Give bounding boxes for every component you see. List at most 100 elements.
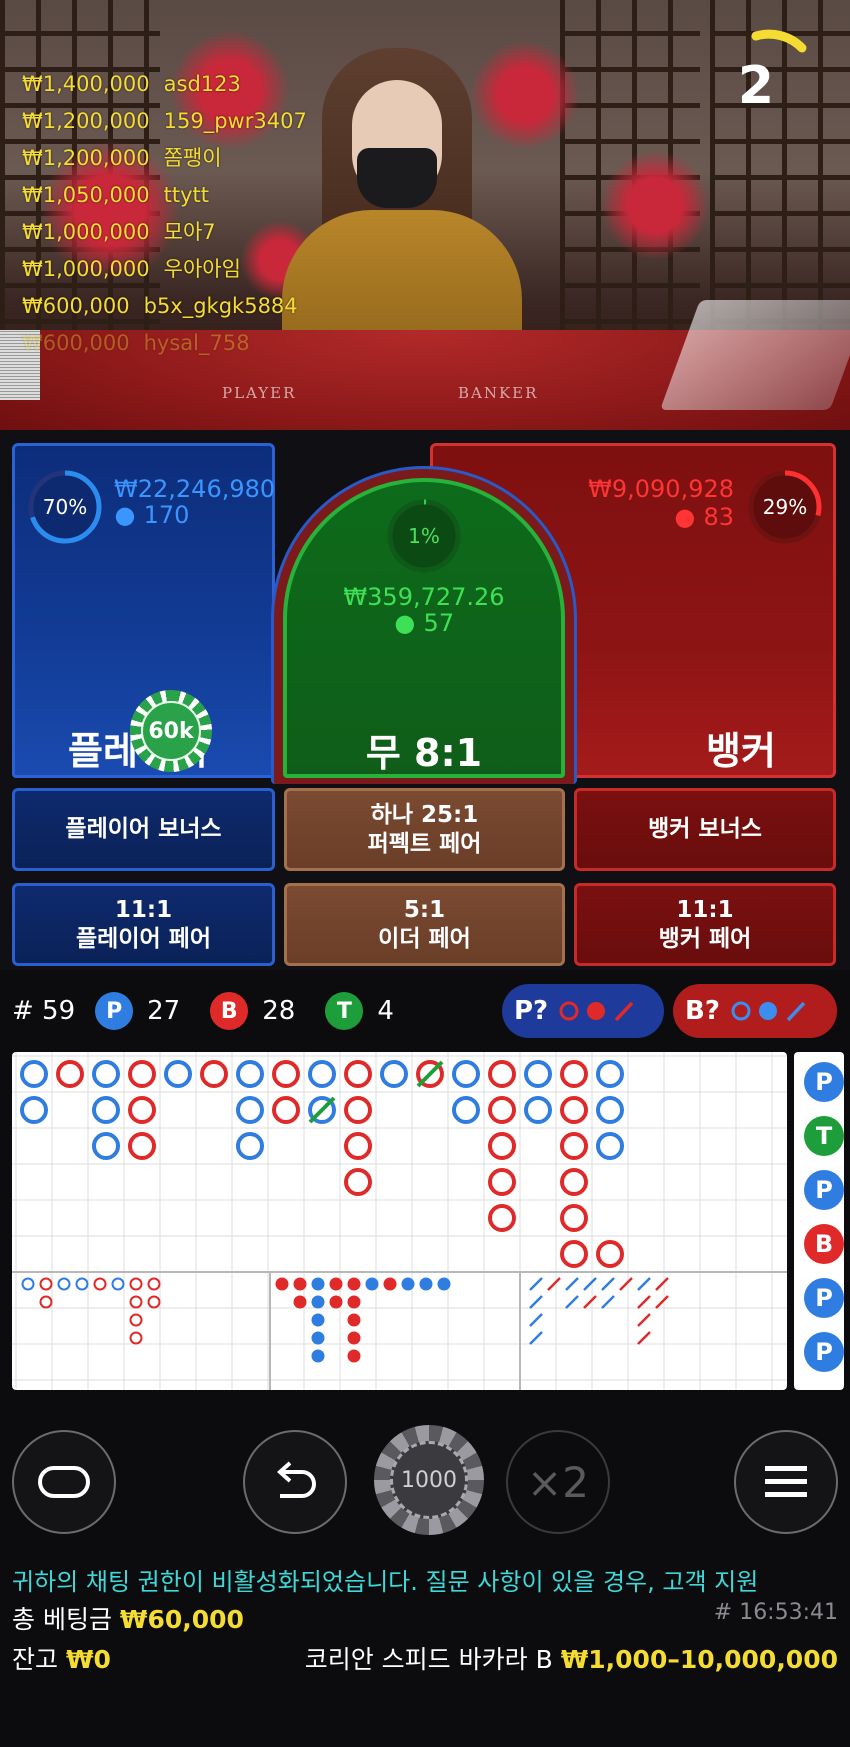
cockroach-mark (529, 1331, 543, 1345)
table-view-button[interactable] (12, 1430, 116, 1534)
double-bet-button[interactable]: ×2 (506, 1430, 610, 1534)
bet-feed-user: hysal_758 (143, 331, 250, 355)
small-road-mark (311, 1331, 325, 1345)
bet-feed-user: b5x_gkgk5884 (143, 294, 298, 318)
chip-selector[interactable]: 1000 (356, 1425, 494, 1535)
bead-road-mark: P (804, 1278, 844, 1318)
big-road-mark (488, 1132, 516, 1160)
small-road-mark (275, 1277, 289, 1291)
bet-feed-amount: ₩1,050,000 (22, 183, 150, 207)
player-count: ● 170 (114, 502, 190, 528)
tie-wins: 4 (377, 996, 394, 1026)
big-road-mark (560, 1168, 588, 1196)
big-eye-mark (75, 1277, 89, 1291)
big-road-mark (488, 1060, 516, 1088)
bead-road-mark: B (804, 1224, 844, 1264)
small-road-mark (347, 1295, 361, 1309)
player-total-amount: ₩22,246,980 (114, 475, 276, 503)
small-road-mark (311, 1277, 325, 1291)
player-bonus-button[interactable]: 플레이어 보너스 (12, 788, 275, 871)
table-banker-label: BANKER (458, 384, 539, 402)
big-road-mark (56, 1060, 84, 1088)
big-road-mark (236, 1060, 264, 1088)
small-road-mark (419, 1277, 433, 1291)
big-road-mark (92, 1132, 120, 1160)
bet-limits: ₩1,000–10,000,000 (560, 1645, 838, 1674)
tie-badge: T (325, 992, 364, 1030)
total-bet-row: 총 베팅금 ₩60,000 # 16:53:41 (12, 1600, 838, 1640)
big-road-mark (92, 1060, 120, 1088)
small-road-mark (329, 1295, 343, 1309)
cockroach-mark (529, 1295, 543, 1309)
tie-total-amount: ₩359,727.26 (343, 583, 505, 611)
undo-button[interactable] (243, 1430, 347, 1534)
bet-feed-row: ₩1,000,000 우아아임 (22, 251, 352, 288)
bet-feed-row: ₩1,050,000 ttytt (22, 177, 352, 214)
bead-road-mark: P (804, 1062, 844, 1102)
tie-count: ● 57 (283, 610, 565, 636)
bet-feed-row: ₩1,000,000 모아7 (22, 214, 352, 251)
banker-pair-button[interactable]: 11:1 뱅커 페어 (574, 883, 836, 966)
big-eye-mark (129, 1277, 143, 1291)
small-road-mark (401, 1277, 415, 1291)
banker-bonus-button[interactable]: 뱅커 보너스 (574, 788, 836, 871)
big-road-mark (524, 1096, 552, 1124)
banker-predict-button[interactable]: B? (673, 984, 837, 1038)
bet-feed-user: 모아7 (163, 220, 216, 244)
big-eye-mark (129, 1331, 143, 1345)
game-screen: PLAYER BANKER ₩1,400,000 asd123 ₩1,200,000… (0, 0, 850, 1747)
big-road-mark (380, 1060, 408, 1088)
big-road-mark (596, 1240, 624, 1268)
bet-feed-user: asd123 (163, 72, 241, 96)
perfect-pair-odds: 하나 25:1 (370, 801, 479, 828)
perfect-pair-label: 퍼펙트 페어 (367, 830, 482, 857)
bet-feed-user: 우아아임 (163, 257, 241, 281)
small-road-mark (347, 1331, 361, 1345)
bet-feed-row: ₩600,000 hysal_758 (22, 325, 352, 362)
big-road-mark (20, 1096, 48, 1124)
perfect-pair-button[interactable]: 하나 25:1 퍼펙트 페어 (284, 788, 565, 871)
player-pair-button[interactable]: 11:1 플레이어 페어 (12, 883, 275, 966)
bet-feed-amount: ₩1,200,000 (22, 146, 150, 170)
small-road-mark (437, 1277, 451, 1291)
player-predict-button[interactable]: P? (502, 984, 664, 1038)
bet-feed-row: ₩1,400,000 asd123 (22, 66, 352, 103)
banker-count: ● 83 (450, 504, 734, 530)
placed-chip-value: 60k (141, 701, 201, 761)
big-eye-mark (129, 1295, 143, 1309)
either-pair-button[interactable]: 5:1 이더 페어 (284, 883, 565, 966)
small-road-mark (383, 1277, 397, 1291)
big-road-mark (596, 1132, 624, 1160)
big-road-mark (560, 1132, 588, 1160)
player-bonus-label: 플레이어 보너스 (65, 816, 222, 842)
cockroach-mark (529, 1313, 543, 1327)
small-road-mark (293, 1295, 307, 1309)
small-road-mark (311, 1295, 325, 1309)
person-icon: ● (674, 503, 696, 531)
player-pair-odds: 11:1 (114, 896, 173, 923)
banker-wins: 28 (262, 996, 296, 1026)
bet-feed-amount: ₩600,000 (22, 294, 130, 318)
small-road-mark (347, 1313, 361, 1327)
bet-feed-row: ₩600,000 b5x_gkgk5884 (22, 288, 352, 325)
bet-feed: ₩1,400,000 asd123 ₩1,200,000 159_pwr3407 ₩1,… (22, 66, 352, 362)
cockroach-mark (565, 1295, 579, 1309)
big-eye-mark (147, 1277, 161, 1291)
banker-predict-label: B? (685, 996, 720, 1026)
big-road-mark (488, 1168, 516, 1196)
menu-button[interactable] (734, 1430, 838, 1534)
big-eye-mark (21, 1277, 35, 1291)
scoreboard-roadmap[interactable] (12, 1052, 787, 1390)
big-road-mark (200, 1060, 228, 1088)
bead-road-column[interactable]: PTPBPP (794, 1052, 844, 1390)
bead-road-mark: T (804, 1116, 844, 1156)
big-road-mark (128, 1132, 156, 1160)
big-eye-mark (39, 1295, 53, 1309)
chip-1000[interactable]: 1000 (374, 1425, 484, 1535)
placed-chip[interactable]: 60k (130, 690, 212, 772)
balance-value: ₩0 (65, 1645, 111, 1674)
big-road-mark (128, 1060, 156, 1088)
big-road-mark (596, 1096, 624, 1124)
countdown-number: 2 (737, 56, 775, 116)
small-road-mark (347, 1349, 361, 1363)
